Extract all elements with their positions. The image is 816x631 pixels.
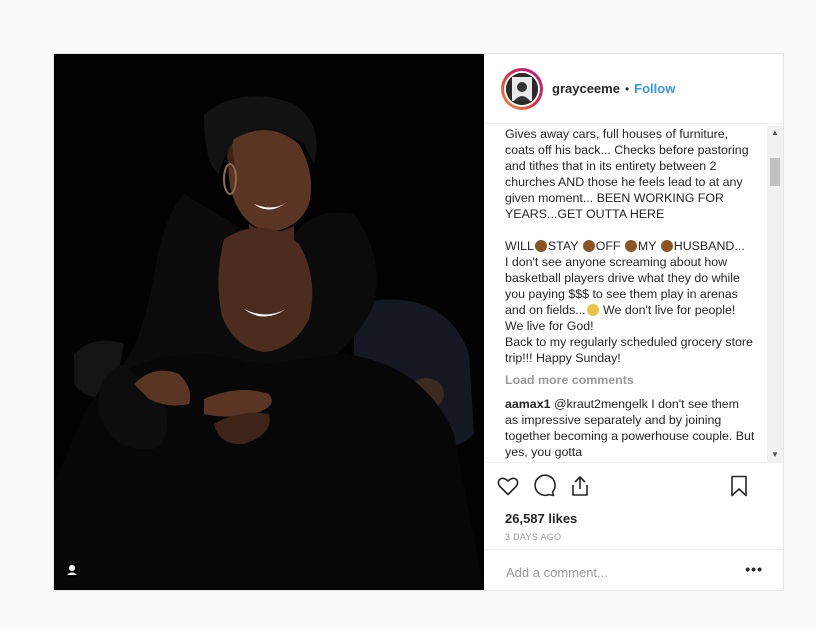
caption-will-line: WILL STAY OFF MY HUSBAND... [505,239,745,253]
caption-paragraph-4: Back to my regularly scheduled grocery s… [505,335,753,365]
comment-username[interactable]: aamax1 [505,397,550,411]
heart-icon[interactable] [493,471,523,501]
likes-count[interactable]: 26,587 likes [505,511,577,526]
follow-button[interactable]: Follow [634,81,675,96]
add-comment-input[interactable] [504,562,728,582]
action-icon-row [497,471,770,501]
caption-text: Gives away cars, full houses of furnitur… [505,126,755,366]
post-header: grayceeme • Follow [484,54,783,124]
hand-emoji-icon [624,240,637,252]
comments-scrollbar[interactable]: ▲ ▼ [767,126,783,462]
comment-item: aamax1 @kraut2mengelk I don't see them a… [505,396,755,460]
scroll-up-arrow-icon[interactable]: ▲ [767,126,783,140]
post-photo[interactable] [54,54,484,590]
caption-paragraph-1: Gives away cars, full houses of furnitur… [505,127,753,221]
post-sidebar: grayceeme • Follow Gives away cars, full… [484,54,783,590]
more-options-icon[interactable]: ••• [745,562,763,576]
user-tag-icon[interactable] [64,562,80,578]
scroll-thumb[interactable] [770,158,780,186]
post-actions: 26,587 likes 3 DAYS AGO ••• [484,462,783,590]
post-timestamp[interactable]: 3 DAYS AGO [505,532,561,542]
story-ring[interactable] [501,67,543,110]
hand-emoji-icon [660,240,673,252]
bookmark-icon[interactable] [724,471,754,501]
smirk-emoji-icon [586,304,599,316]
comments-area: Gives away cars, full houses of furnitur… [505,126,755,462]
comment-bubble-icon[interactable] [529,471,559,501]
add-comment-bar: ••• [484,549,783,591]
separator-dot: • [624,81,630,96]
avatar-image [506,72,538,105]
avatar[interactable] [504,70,540,107]
share-icon[interactable] [565,471,595,501]
hand-emoji-icon [534,240,547,252]
username-link[interactable]: grayceeme [552,81,620,96]
hand-emoji-icon [582,240,595,252]
couple-portrait-image [54,54,484,590]
instagram-post: grayceeme • Follow Gives away cars, full… [53,53,784,591]
scroll-down-arrow-icon[interactable]: ▼ [767,448,783,462]
load-more-comments-button[interactable]: Load more comments [505,372,755,388]
